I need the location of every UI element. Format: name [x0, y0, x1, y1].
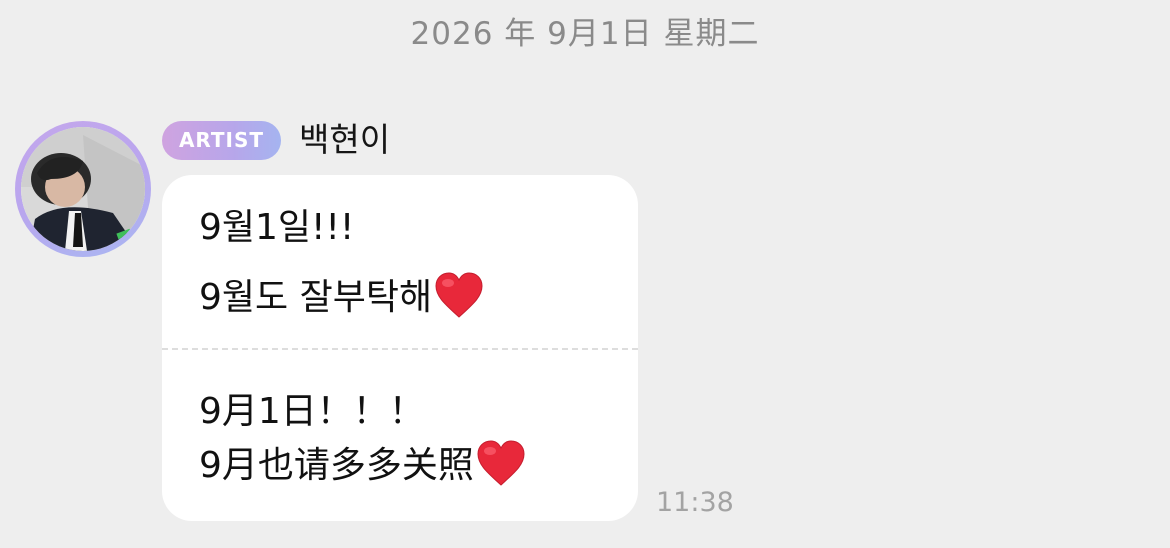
- sender-name[interactable]: 백현이: [299, 118, 390, 162]
- original-text-line: 9월도 잘부탁해: [199, 271, 484, 331]
- original-line-1: 9월1일!!!: [199, 207, 355, 248]
- artist-badge: ARTIST: [162, 121, 281, 160]
- red-heart-icon: [476, 439, 526, 499]
- avatar[interactable]: [15, 121, 151, 257]
- translation-divider: [162, 348, 638, 350]
- translated-text-line: 9月也请多多关照: [199, 439, 526, 499]
- translated-text-line: 9月1日！！！: [199, 389, 425, 435]
- translated-line-1: 9月1日！！！: [199, 391, 425, 432]
- original-line-2: 9월도 잘부탁해: [199, 277, 433, 318]
- message-timestamp: 11:38: [656, 487, 734, 518]
- red-heart-icon: [434, 271, 484, 331]
- translated-line-2: 9月也请多多关照: [199, 445, 474, 486]
- message-bubble[interactable]: 9월1일!!! 9월도 잘부탁해 9月1日！！！ 9月也请多多关照: [162, 175, 638, 521]
- original-text-line: 9월1일!!!: [199, 205, 354, 251]
- date-header: 2026 年 9月1日 星期二: [410, 16, 760, 52]
- avatar-photo: [21, 127, 145, 251]
- artist-avatar-image: [21, 127, 145, 251]
